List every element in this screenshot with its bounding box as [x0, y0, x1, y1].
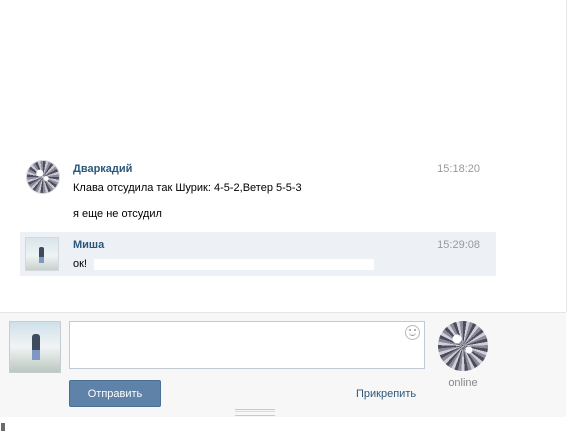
message-author[interactable]: Дваркадий: [73, 163, 132, 175]
send-button[interactable]: Отправить: [69, 380, 161, 407]
message-input[interactable]: [69, 321, 425, 369]
attach-link[interactable]: Прикрепить: [356, 388, 416, 400]
message-author[interactable]: Миша: [73, 239, 104, 251]
message-time: 15:18:20: [437, 163, 480, 175]
online-status: online: [448, 377, 478, 389]
partner-avatar[interactable]: [438, 321, 488, 371]
redacted-text: [94, 259, 374, 270]
resize-handle[interactable]: [235, 409, 275, 416]
message-item: Дваркадий 15:18:20 Клава отсудила так Шу…: [20, 154, 496, 224]
message-time: 15:29:08: [437, 239, 480, 251]
my-avatar[interactable]: [9, 321, 61, 373]
message-item: Миша 15:29:08 ок!: [20, 232, 496, 276]
sender-avatar[interactable]: [25, 237, 59, 271]
sender-avatar[interactable]: [26, 160, 60, 194]
message-text: я еще не отсудил: [73, 208, 162, 220]
smile-icon[interactable]: [405, 325, 420, 340]
message-text: ок!: [73, 258, 87, 270]
message-history: Дваркадий 15:18:20 Клава отсудила так Шу…: [0, 0, 567, 312]
scrollbar-fragment: [1, 423, 5, 431]
message-text: Клава отсудила так Шурик: 4-5-2,Ветер 5-…: [73, 182, 302, 194]
